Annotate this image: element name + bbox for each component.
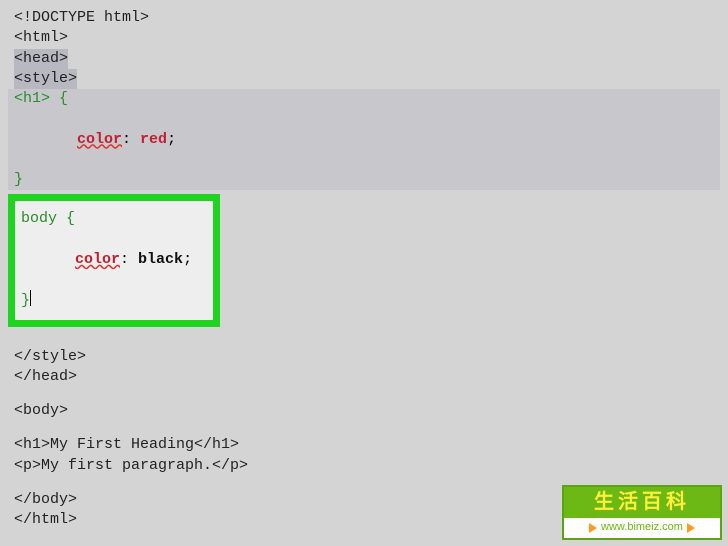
arrow-icon [687,523,695,533]
style-close-line: </style> [14,347,714,367]
h1-content-line: <h1>My First Heading</h1> [14,435,714,455]
watermark-title: 生活百科 [562,485,722,518]
html-open-line: <html> [14,28,714,48]
watermark-url: www.bimeiz.com [562,518,722,540]
body-open-line: <body> [14,401,714,421]
p-content-line: <p>My first paragraph.</p> [14,456,714,476]
watermark-badge: 生活百科 www.bimeiz.com [562,485,722,540]
head-open-line: <head> [14,49,714,69]
text-cursor [30,290,31,306]
arrow-icon [589,523,597,533]
body-rule-highlight: body { color: black; } [8,194,220,326]
doctype-line: <!DOCTYPE html> [14,8,714,28]
head-close-line: </head> [14,367,714,387]
style-open-line: <style> [14,69,714,89]
h1-rule-block: <h1> { color: red; } [8,89,720,190]
code-editor[interactable]: <!DOCTYPE html> <html> <head> <style> <h… [14,8,714,530]
